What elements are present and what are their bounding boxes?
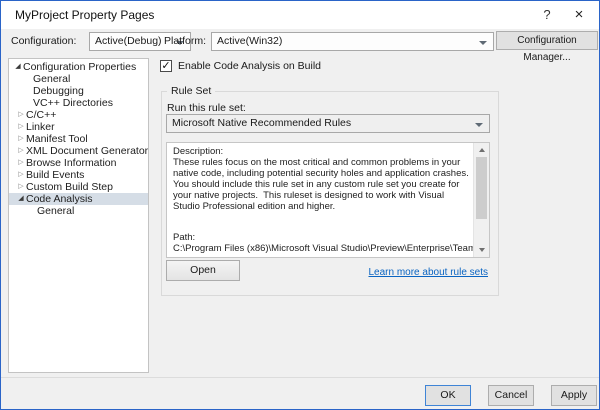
title-bar: MyProject Property Pages ? × xyxy=(1,1,599,29)
ok-button[interactable]: OK xyxy=(425,385,471,406)
window-title: MyProject Property Pages xyxy=(15,1,154,29)
open-button[interactable]: Open xyxy=(166,260,240,281)
scroll-up-icon xyxy=(479,148,485,152)
tree-item-code-analysis[interactable]: ◢Code Analysis xyxy=(9,193,148,205)
scrollbar-down-button[interactable] xyxy=(474,243,489,257)
scrollbar-thumb[interactable] xyxy=(476,157,487,219)
tree-item-label: General xyxy=(37,205,74,217)
tree-item-custom-build-step[interactable]: ▷Custom Build Step xyxy=(9,181,148,193)
footer-divider xyxy=(1,377,599,378)
tree-item-c-cpp[interactable]: ▷C/C++ xyxy=(9,109,148,121)
tree-item-manifest-tool[interactable]: ▷Manifest Tool xyxy=(9,133,148,145)
expander-icon[interactable]: ◢ xyxy=(16,193,26,205)
tree-item-code-analysis-general[interactable]: General xyxy=(9,205,148,217)
tree-item-label: Custom Build Step xyxy=(26,181,113,193)
chevron-down-icon xyxy=(475,123,483,127)
help-icon[interactable]: ? xyxy=(533,1,561,29)
platform-label: Platform: xyxy=(164,32,206,51)
tree-item-label: Manifest Tool xyxy=(26,133,88,145)
expander-icon[interactable]: ▷ xyxy=(16,121,26,133)
close-icon[interactable]: × xyxy=(565,1,593,29)
tree-item-browse-information[interactable]: ▷Browse Information xyxy=(9,157,148,169)
tree-item-label: Linker xyxy=(26,121,55,133)
expander-icon[interactable]: ▷ xyxy=(16,157,26,169)
tree-item-configuration-properties[interactable]: ◢Configuration Properties xyxy=(9,61,148,73)
expander-icon[interactable]: ▷ xyxy=(16,133,26,145)
tree-item-label: Browse Information xyxy=(26,157,116,169)
tree-item-label: Code Analysis xyxy=(26,193,93,205)
platform-dropdown[interactable]: Active(Win32) xyxy=(211,32,494,51)
cancel-button[interactable]: Cancel xyxy=(488,385,534,406)
expander-icon[interactable]: ◢ xyxy=(13,61,23,73)
expander-icon[interactable]: ▷ xyxy=(16,145,26,157)
scroll-down-icon xyxy=(479,248,485,252)
expander-icon[interactable]: ▷ xyxy=(16,169,26,181)
enable-code-analysis-checkbox[interactable]: ✓ xyxy=(160,60,172,72)
tree-item-label: Build Events xyxy=(26,169,84,181)
tree-item-label: Configuration Properties xyxy=(23,61,136,73)
chevron-down-icon xyxy=(479,41,487,45)
path-value: C:\Program Files (x86)\Microsoft Visual … xyxy=(173,243,473,254)
tree-item-build-events[interactable]: ▷Build Events xyxy=(9,169,148,181)
rule-set-dropdown[interactable]: Microsoft Native Recommended Rules xyxy=(166,114,490,133)
path-label: Path: xyxy=(173,232,473,243)
tree-item-general[interactable]: General xyxy=(9,73,148,85)
description-text: These rules focus on the most critical a… xyxy=(173,157,470,212)
path-block: Path: C:\Program Files (x86)\Microsoft V… xyxy=(173,232,473,254)
learn-more-link[interactable]: Learn more about rule sets xyxy=(368,267,488,279)
configuration-label: Configuration: xyxy=(11,32,76,51)
tree-item-debugging[interactable]: Debugging xyxy=(9,85,148,97)
description-title: Description: xyxy=(173,146,470,157)
scrollbar-up-button[interactable] xyxy=(474,143,489,157)
platform-dropdown-value: Active(Win32) xyxy=(217,35,282,47)
rule-set-dropdown-value: Microsoft Native Recommended Rules xyxy=(172,117,351,129)
expander-icon[interactable]: ▷ xyxy=(16,181,26,193)
rule-set-group-title: Rule Set xyxy=(167,85,215,97)
tree-item-label: XML Document Generator xyxy=(26,145,148,157)
configuration-dropdown-value: Active(Debug) xyxy=(95,35,162,47)
tree-item-label: Debugging xyxy=(33,85,84,97)
tree-item-vcpp-directories[interactable]: VC++ Directories xyxy=(9,97,148,109)
description-scrollbar[interactable] xyxy=(473,143,489,257)
enable-code-analysis-label: Enable Code Analysis on Build xyxy=(178,58,321,74)
rule-set-description-box: Description: These rules focus on the mo… xyxy=(166,142,490,258)
property-tree: ◢Configuration Properties General Debugg… xyxy=(8,58,149,373)
tree-item-label: General xyxy=(33,73,70,85)
property-pages-dialog: MyProject Property Pages ? × Configurati… xyxy=(0,0,600,410)
tree-item-linker[interactable]: ▷Linker xyxy=(9,121,148,133)
expander-icon[interactable]: ▷ xyxy=(16,109,26,121)
apply-button[interactable]: Apply xyxy=(551,385,597,406)
tree-item-label: C/C++ xyxy=(26,109,56,121)
checkmark-icon: ✓ xyxy=(161,60,170,72)
tree-item-xml-document-generator[interactable]: ▷XML Document Generator xyxy=(9,145,148,157)
configuration-manager-button[interactable]: Configuration Manager... xyxy=(496,31,598,50)
tree-item-label: VC++ Directories xyxy=(33,97,113,109)
